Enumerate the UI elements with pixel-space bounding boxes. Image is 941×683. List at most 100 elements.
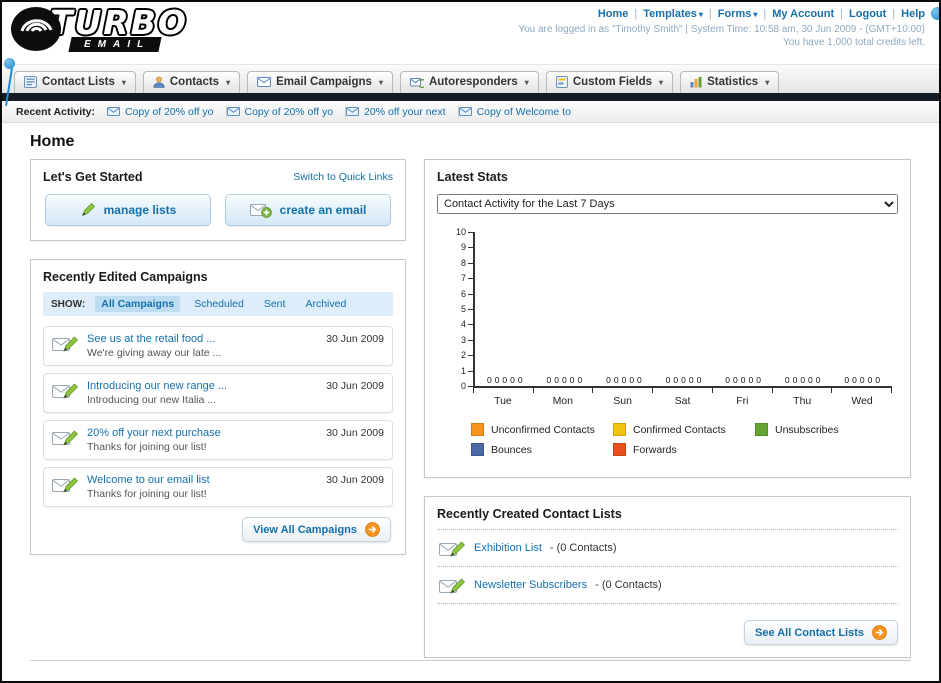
legend-swatch	[613, 423, 626, 436]
bar-value-label: 0	[637, 374, 642, 385]
filter-archived[interactable]: Archived	[299, 296, 352, 312]
campaign-row[interactable]: See us at the retail food ... We're givin…	[43, 326, 393, 366]
stats-period-select[interactable]: Contact Activity for the Last 7 Days	[437, 194, 898, 214]
top-link-help[interactable]: Help	[901, 8, 925, 20]
filter-scheduled[interactable]: Scheduled	[188, 296, 250, 312]
campaign-title-link[interactable]: Welcome to our email list	[87, 474, 318, 486]
campaign-title-link[interactable]: See us at the retail food ...	[87, 333, 318, 345]
recently-created-contact-lists-panel: Recently Created Contact Lists Exhibitio…	[424, 496, 911, 658]
filter-sent[interactable]: Sent	[258, 296, 292, 312]
campaign-row[interactable]: Welcome to our email list Thanks for join…	[43, 467, 393, 507]
credits-info: You have 1,000 total credits left.	[783, 37, 925, 48]
chevron-down-icon: ▾	[226, 77, 231, 87]
campaign-title-link[interactable]: 20% off your next purchase	[87, 427, 318, 439]
x-axis-tick	[653, 388, 713, 393]
y-axis-tick	[468, 247, 473, 249]
content-columns: Let's Get Started Switch to Quick Links …	[2, 159, 939, 676]
bar-value-label: 0	[808, 374, 813, 385]
top-link-logout[interactable]: Logout	[849, 8, 886, 20]
x-axis-tick	[713, 388, 773, 393]
y-axis-label: 9	[460, 242, 466, 253]
nav-tab-email-campaigns[interactable]: Email Campaigns ▾	[247, 71, 393, 93]
nav-tab-custom-fields[interactable]: Custom Fields ▾	[545, 71, 674, 93]
bar-value-label: 0	[867, 374, 873, 385]
get-started-buttons: manage lists create an email	[43, 194, 393, 228]
campaign-date: 30 Jun 2009	[326, 474, 384, 486]
y-axis-label: 8	[460, 257, 466, 268]
contact-list-link[interactable]: Newsletter Subscribers	[474, 579, 587, 591]
nav-tab-contacts[interactable]: Contacts ▾	[142, 71, 241, 93]
chevron-down-icon: ▾	[753, 10, 758, 19]
nav-tab-label: Statistics	[707, 76, 759, 88]
y-axis-label: 0	[460, 381, 466, 391]
nav-tab-contact-lists[interactable]: Contact Lists ▾	[14, 71, 136, 93]
recent-activity-item[interactable]: Copy of 20% off yo	[226, 105, 347, 118]
x-axis-tick	[773, 388, 833, 393]
bar-value-label: 0	[562, 374, 567, 385]
bar-value-label: 0	[800, 374, 806, 385]
nav-tab-statistics[interactable]: Statistics ▾	[680, 71, 780, 93]
recent-activity-item[interactable]: 20% off your next	[346, 105, 459, 118]
x-axis-label: Wed	[851, 395, 873, 407]
legend-swatch	[471, 423, 484, 436]
contact-list-detail: - (0 Contacts)	[595, 579, 662, 591]
top-link-templates[interactable]: Templates ▾	[643, 8, 703, 20]
bar-value-label: 0	[792, 374, 798, 385]
link-separator: |	[763, 8, 767, 20]
contact-list-item[interactable]: Exhibition List - (0 Contacts)	[437, 530, 898, 567]
latest-stats-panel: Latest Stats Contact Activity for the La…	[424, 159, 911, 478]
recent-activity-item[interactable]: Copy of 20% off yo	[106, 105, 227, 118]
campaign-date: 30 Jun 2009	[326, 380, 384, 392]
page-title: Home	[30, 133, 75, 150]
bar-value-label: 0	[733, 374, 738, 385]
bar-value-label: 0	[613, 374, 619, 385]
custom-fields-icon	[555, 76, 568, 88]
bar-value-label: 0	[629, 374, 635, 385]
campaign-body: See us at the retail food ... We're givin…	[87, 333, 318, 359]
campaign-body: 20% off your next purchase Thanks for joi…	[87, 427, 318, 453]
top-link-forms[interactable]: Forms ▾	[718, 8, 758, 20]
bar-value-label: 0	[502, 374, 508, 385]
campaign-body: Welcome to our email list Thanks for join…	[87, 474, 318, 500]
contact-list-item[interactable]: Newsletter Subscribers - (0 Contacts)	[437, 567, 898, 604]
top-link-home[interactable]: Home	[598, 8, 629, 20]
main-nav: Contact Lists ▾ Contacts ▾ Email Campaigns ▾ A…	[2, 64, 939, 93]
switch-to-quick-links-link[interactable]: Switch to Quick Links	[293, 171, 393, 183]
recent-activity-item[interactable]: Copy of Welcome to	[458, 106, 583, 118]
create-an-email-button[interactable]: create an email	[225, 194, 391, 226]
see-all-contact-lists-button[interactable]: See All Contact Lists	[743, 620, 898, 645]
recent-activity-item-label: 20% off your next	[364, 105, 446, 118]
bar-value-label: 0	[696, 374, 702, 385]
manage-lists-button[interactable]: manage lists	[45, 194, 211, 226]
view-all-campaigns-button[interactable]: View All Campaigns	[242, 517, 391, 542]
nav-tab-autoresponders[interactable]: Autoresponders ▾	[399, 71, 539, 93]
campaign-row[interactable]: Introducing our new range ... Introducing…	[43, 373, 393, 413]
legend-item: Forwards	[613, 443, 755, 456]
recent-activity-item-label: Copy of 20% off yo	[124, 105, 214, 118]
left-column: Let's Get Started Switch to Quick Links …	[30, 159, 406, 573]
campaign-title-link[interactable]: Introducing our new range ...	[87, 380, 318, 392]
filter-all-campaigns[interactable]: All Campaigns	[95, 296, 181, 312]
statistics-icon	[690, 76, 702, 88]
envelope-pencil-icon	[52, 333, 79, 353]
button-label: create an email	[279, 203, 367, 217]
arrow-right-icon	[872, 625, 887, 640]
turbo-swoosh-icon	[10, 6, 62, 52]
chevron-down-icon: ▾	[378, 77, 383, 87]
footer-divider	[30, 660, 911, 661]
header-right: Home | Templates ▾ | Forms ▾ | My Account | Logout…	[518, 8, 925, 48]
top-link-my-account[interactable]: My Account	[772, 8, 834, 20]
header: TURBO EMAIL Home | Templates ▾ | Forms ▾ | My Ac…	[2, 2, 939, 64]
nav-tab-label: Contact Lists	[42, 76, 115, 88]
bar-value-label: 0	[852, 374, 857, 385]
bar-value-label: 0	[756, 374, 761, 385]
y-axis-tick	[468, 232, 473, 233]
campaign-row[interactable]: 20% off your next purchase Thanks for joi…	[43, 420, 393, 460]
bar-value-label: 0	[673, 374, 679, 385]
legend-item: Unsubscribes	[755, 423, 897, 436]
button-label: manage lists	[103, 203, 177, 217]
contacts-icon	[153, 76, 165, 88]
chart-y-axis: 0 1 2 3 4 5 6 7 8 9 10	[449, 228, 473, 391]
logo-text: TURBO EMAIL	[50, 6, 188, 52]
contact-list-link[interactable]: Exhibition List	[474, 542, 542, 554]
